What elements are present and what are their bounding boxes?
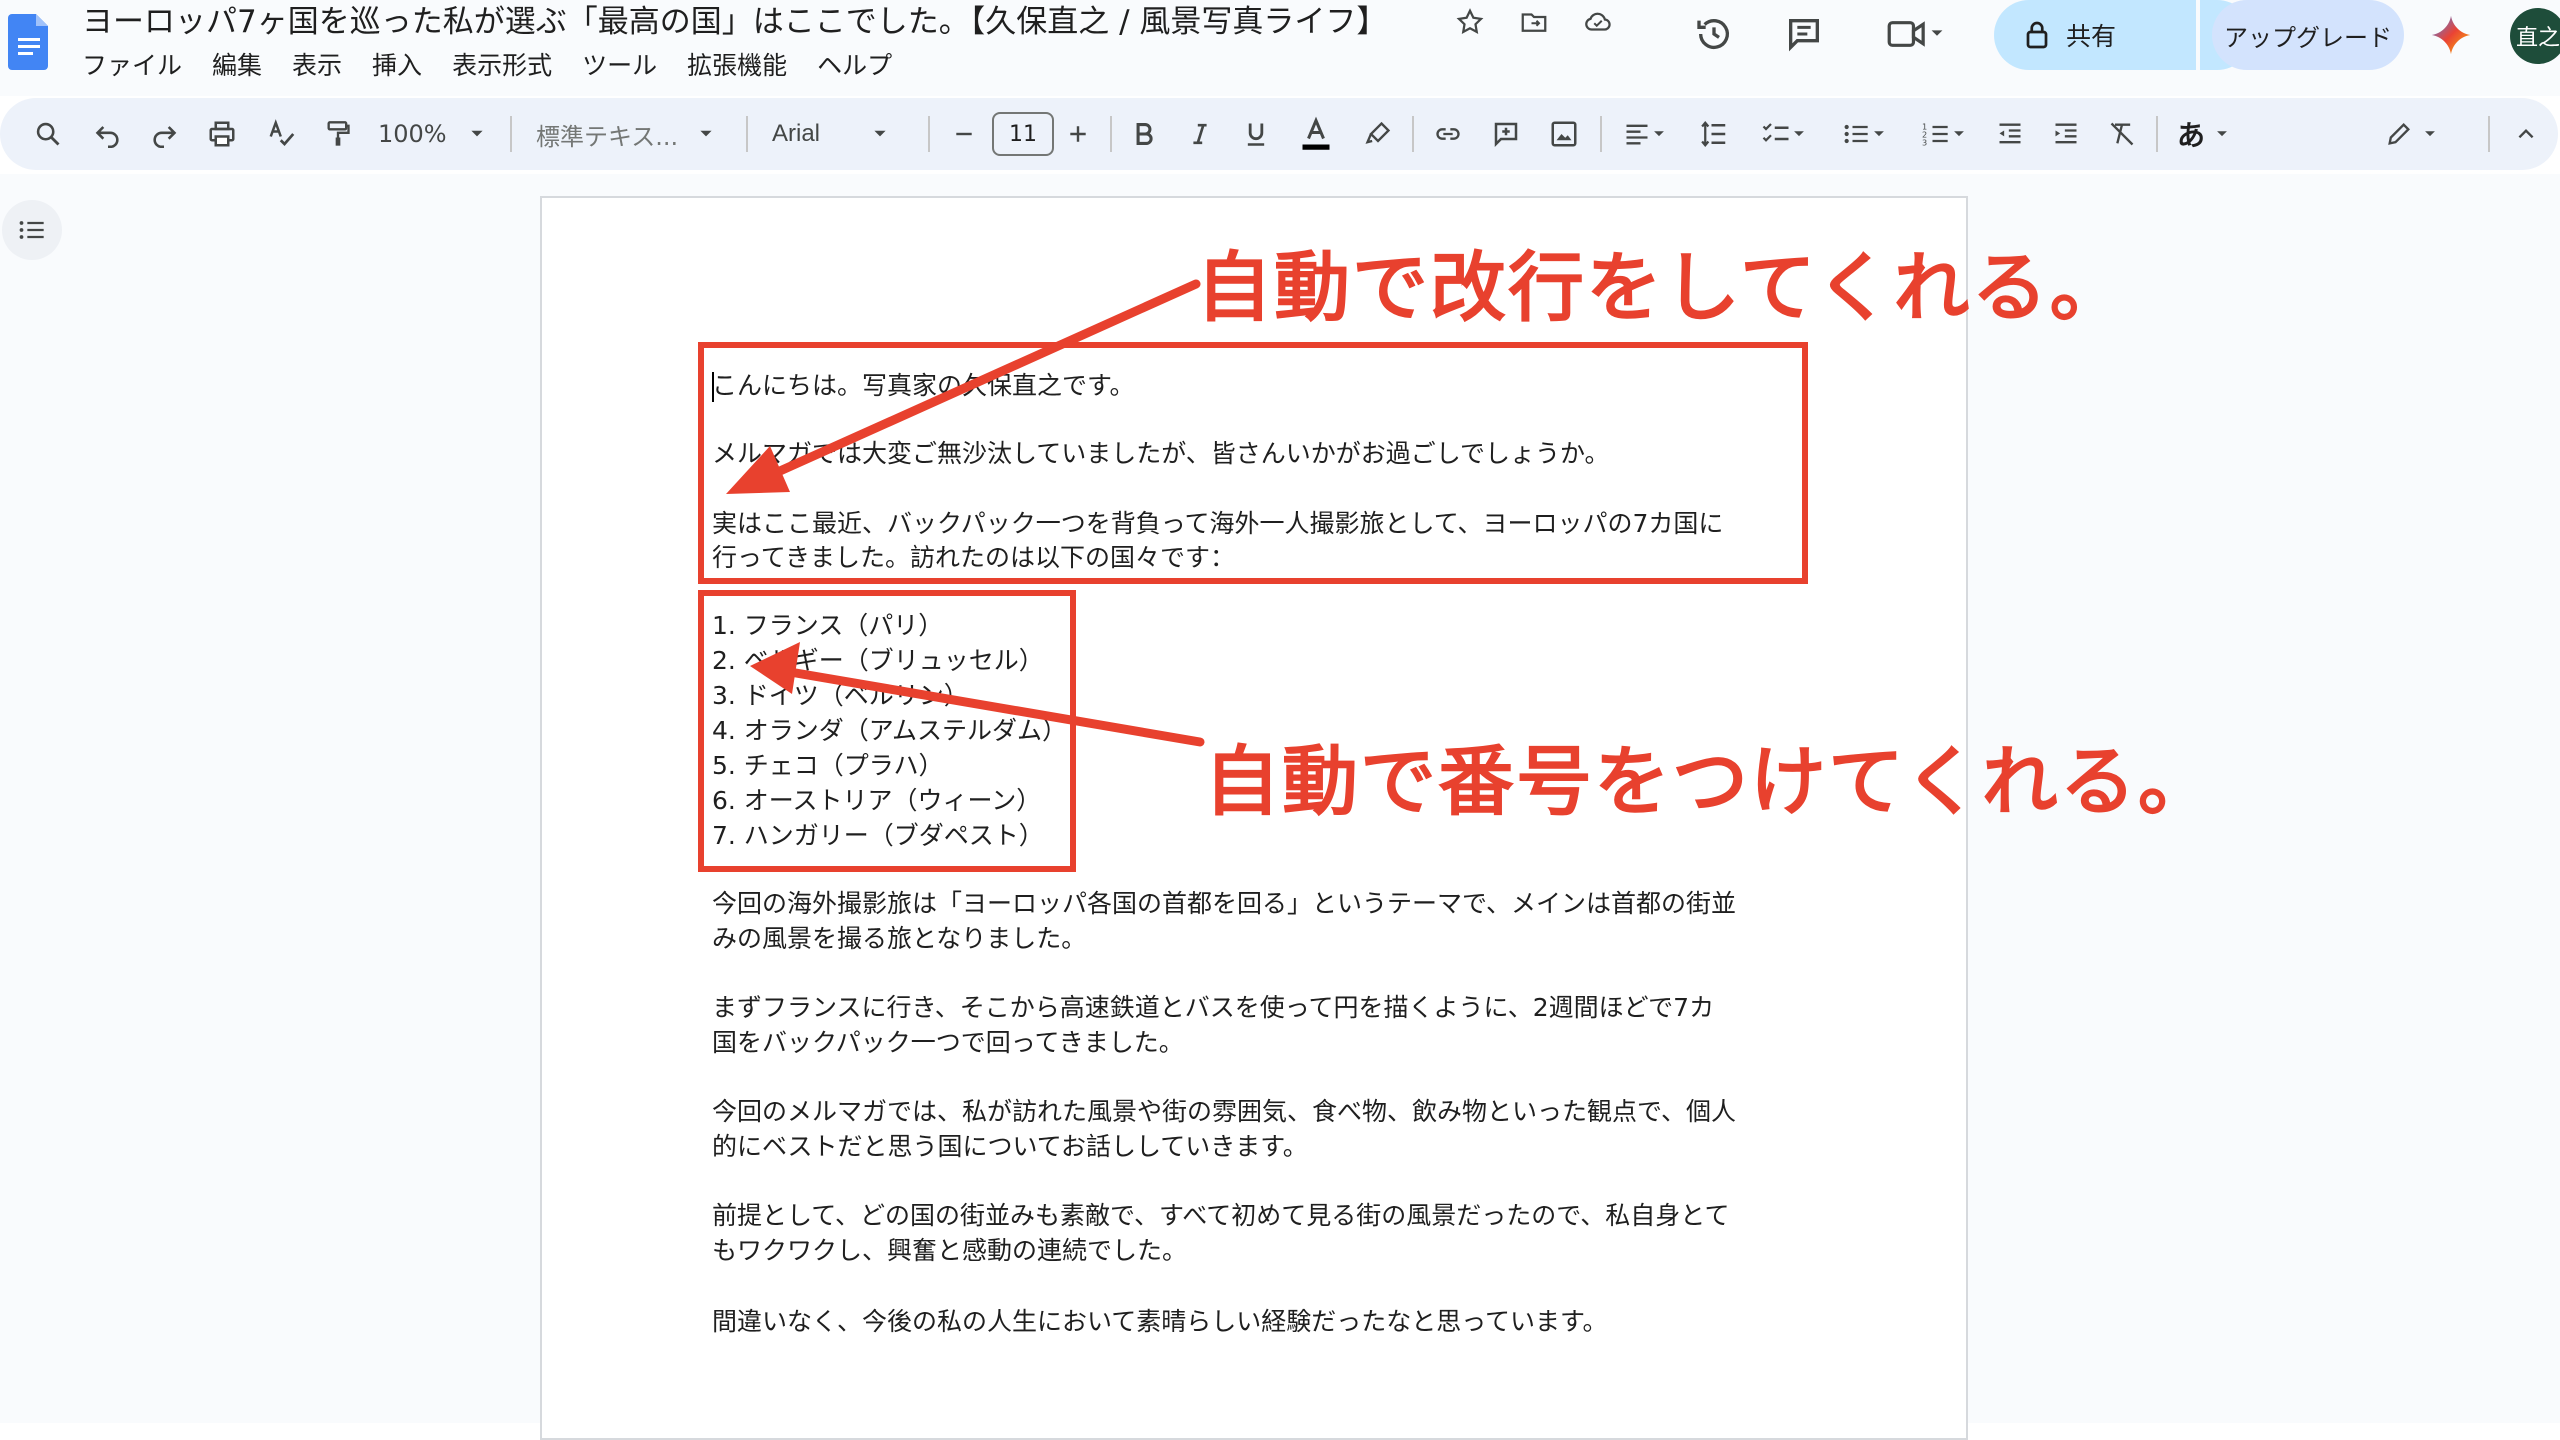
comments-icon[interactable] <box>1780 10 1828 58</box>
chevron-down-icon <box>1654 131 1664 137</box>
menu-view[interactable]: 表示 <box>292 48 342 84</box>
toolbar-divider <box>510 116 512 152</box>
paragraph[interactable]: 今回のメルマガでは、私が訪れた風景や街の雰囲気、食べ物、飲み物といった観点で、個… <box>712 1094 1736 1129</box>
move-folder-icon[interactable] <box>1516 4 1552 40</box>
text-color-icon[interactable] <box>1294 112 1338 156</box>
paragraph[interactable]: もワクワクし、興奮と感動の連続でした。 <box>712 1233 1187 1268</box>
chevron-down-icon <box>1954 131 1964 137</box>
chevron-down-icon <box>1931 30 1943 36</box>
share-label: 共有 <box>2066 22 2117 51</box>
svg-text:3: 3 <box>1922 138 1927 148</box>
paragraph[interactable]: みの風景を撮る旅となりました。 <box>712 921 1086 956</box>
menu-format[interactable]: 表示形式 <box>452 48 552 84</box>
title-actions <box>1452 4 1616 40</box>
font-value: Arial <box>772 120 821 147</box>
clear-formatting-icon[interactable] <box>2102 112 2142 156</box>
document-outline-button[interactable] <box>2 200 62 260</box>
cloud-status-icon[interactable] <box>1580 4 1616 40</box>
paragraph[interactable]: 前提として、どの国の街並みも素敵で、すべて初めて見る街の風景だったので、私自身と… <box>712 1198 1730 1233</box>
paragraph[interactable]: 今回の海外撮影旅は「ヨーロッパ各国の首都を回る」というテーマで、メインは首都の街… <box>712 886 1736 921</box>
document-title[interactable]: ヨーロッパ7ヶ国を巡った私が選ぶ「最高の国」はここでした。【久保直之 / 風景写… <box>82 0 1387 44</box>
menu-insert[interactable]: 挿入 <box>372 48 422 84</box>
avatar[interactable]: 直之 <box>2510 8 2560 64</box>
undo-icon[interactable] <box>88 112 128 156</box>
search-icon[interactable] <box>28 112 68 156</box>
insert-image-icon[interactable] <box>1544 112 1584 156</box>
highlight-icon[interactable] <box>1358 112 1398 156</box>
menu-extensions[interactable]: 拡張機能 <box>687 48 787 84</box>
lock-icon <box>2026 21 2048 49</box>
bold-icon[interactable] <box>1124 112 1164 156</box>
toolbar-divider <box>1412 116 1414 152</box>
share-button[interactable]: 共有 <box>1994 0 2196 70</box>
annotation-line-break: 自動で改行をしてくれる。 <box>1196 243 2128 332</box>
chevron-down-icon <box>1874 131 1884 137</box>
ime-label: あ <box>2176 119 2205 152</box>
zoom-value: 100% <box>378 120 447 148</box>
version-history-icon[interactable] <box>1690 10 1738 58</box>
toolbar-divider <box>2488 116 2490 152</box>
paragraph[interactable]: まずフランスに行き、そこから高速鉄道とバスを使って円を描くように、2週間ほどで7… <box>712 990 1714 1025</box>
align-button[interactable] <box>1614 112 1674 156</box>
annotation-box-list <box>698 590 1076 872</box>
increase-font-size-icon[interactable] <box>1062 112 1094 156</box>
font-select[interactable]: Arial <box>772 112 912 156</box>
chevron-down-icon <box>1794 131 1804 137</box>
line-spacing-icon[interactable] <box>1694 112 1734 156</box>
numbered-list-button[interactable]: 123 <box>1910 112 1976 156</box>
redo-icon[interactable] <box>144 112 184 156</box>
style-value: 標準テキス... <box>536 122 679 151</box>
bulleted-list-button[interactable] <box>1830 112 1896 156</box>
menu-help[interactable]: ヘルプ <box>817 48 892 84</box>
paint-format-icon[interactable] <box>318 112 358 156</box>
collapse-menus-icon[interactable] <box>2508 112 2544 156</box>
italic-icon[interactable] <box>1180 112 1220 156</box>
editing-mode-button[interactable] <box>2378 112 2444 156</box>
annotation-box-paragraphs <box>698 342 1808 584</box>
toolbar-divider <box>928 116 930 152</box>
paragraph[interactable]: 間違いなく、今後の私の人生において素晴らしい経験だったなと思っています。 <box>712 1304 1608 1339</box>
menu-tools[interactable]: ツール <box>582 48 657 84</box>
menu-file[interactable]: ファイル <box>82 48 182 84</box>
toolbar-divider <box>2156 116 2158 152</box>
increase-indent-icon[interactable] <box>2046 112 2086 156</box>
paragraph[interactable]: 的にベストだと思う国についてお話ししていきます。 <box>712 1129 1308 1164</box>
title-bar: ヨーロッパ7ヶ国を巡った私が選ぶ「最高の国」はここでした。【久保直之 / 風景写… <box>0 0 2560 96</box>
decrease-indent-icon[interactable] <box>1990 112 2030 156</box>
chevron-down-icon <box>2217 131 2227 137</box>
formatting-toolbar: 100% 標準テキス... Arial 11 1 2 3 あ <box>0 98 2560 172</box>
paragraph[interactable]: 国をバックパック一つで回ってきました。 <box>712 1025 1184 1060</box>
menu-bar: ファイル 編集 表示 挿入 表示形式 ツール 拡張機能 ヘルプ <box>82 48 892 84</box>
meet-button[interactable] <box>1876 10 1956 58</box>
font-size-input[interactable]: 11 <box>992 112 1054 156</box>
insert-comment-icon[interactable] <box>1486 112 1526 156</box>
annotation-numbering: 自動で番号をつけてくれる。 <box>1204 737 2216 826</box>
toolbar-divider <box>1600 116 1602 152</box>
menu-edit[interactable]: 編集 <box>212 48 262 84</box>
zoom-select[interactable]: 100% <box>378 112 488 156</box>
star-icon[interactable] <box>1452 4 1488 40</box>
print-icon[interactable] <box>202 112 242 156</box>
insert-link-icon[interactable] <box>1428 112 1468 156</box>
chevron-down-icon <box>2425 131 2435 137</box>
chevron-down-icon <box>874 130 886 137</box>
upgrade-button[interactable]: アップグレード <box>2212 0 2404 70</box>
outline-list-icon <box>19 221 44 239</box>
input-tools-button[interactable]: あ <box>2170 112 2236 156</box>
chevron-down-icon <box>471 130 483 137</box>
toolbar-divider <box>746 116 748 152</box>
docs-logo-icon[interactable] <box>8 10 52 70</box>
chevron-down-icon <box>700 130 712 137</box>
spellcheck-icon[interactable] <box>262 112 302 156</box>
underline-icon[interactable] <box>1236 112 1276 156</box>
checklist-button[interactable] <box>1750 112 1816 156</box>
gemini-icon[interactable] <box>2430 14 2472 56</box>
toolbar-divider <box>1110 116 1112 152</box>
decrease-font-size-icon[interactable] <box>948 112 980 156</box>
style-select[interactable]: 標準テキス... <box>536 112 726 156</box>
